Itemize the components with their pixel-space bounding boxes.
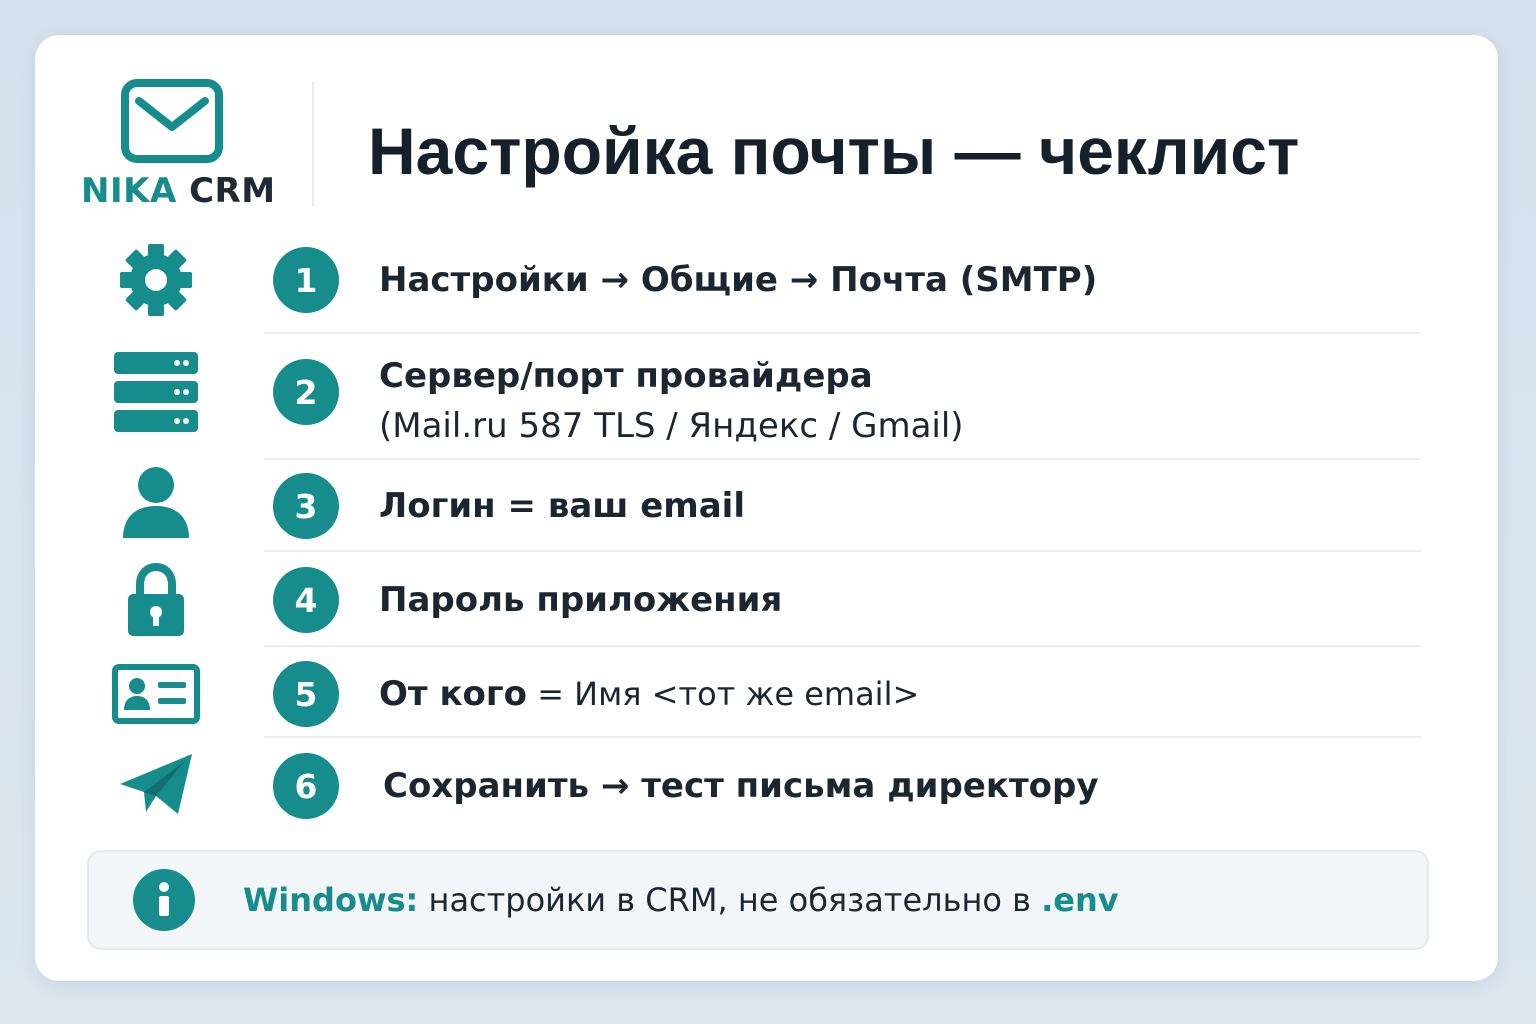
- id-card-icon: [107, 663, 205, 725]
- checklist-step-4: 4 Пароль приложения: [35, 562, 1498, 636]
- step-text: Сервер/порт провайдера: [379, 356, 873, 396]
- info-note: Windows: настройки в CRM, не обязательно…: [87, 850, 1429, 950]
- checklist-step-5: 5 От кого = Имя <тот же email>: [35, 661, 1498, 727]
- step-text: Логин = ваш email: [379, 486, 745, 526]
- step-text: Пароль приложения: [379, 580, 783, 620]
- step-number-badge: 6: [273, 753, 339, 819]
- step-text-rest: = Имя <тот же email>: [527, 675, 920, 713]
- envelope-icon: [121, 79, 223, 163]
- user-icon: [107, 465, 205, 541]
- logo-product: CRM: [189, 171, 276, 211]
- step-number-badge: 3: [273, 473, 339, 539]
- row-divider: [264, 736, 1421, 738]
- header-divider: [312, 81, 314, 207]
- step-number-badge: 4: [273, 567, 339, 633]
- step-number-badge: 2: [273, 359, 339, 425]
- row-divider: [264, 332, 1421, 334]
- step-text: Сохранить → тест письма директору: [383, 766, 1099, 806]
- row-divider: [264, 550, 1421, 552]
- logo-text: NIKA CRM: [81, 171, 276, 211]
- server-icon: [107, 352, 205, 432]
- checklist-step-1: 1 Настройки → Общие → Почта (SMTP): [35, 244, 1498, 316]
- logo-brand: NIKA: [81, 171, 177, 211]
- paper-plane-icon: [107, 750, 205, 820]
- step-subtext: (Mail.ru 587 TLS / Яндекс / Gmail): [379, 406, 964, 446]
- checklist-step-2: 2 Сервер/порт провайдера (Mail.ru 587 TL…: [35, 352, 1498, 446]
- step-text: От кого = Имя <тот же email>: [379, 674, 919, 714]
- step-text-bold: От кого: [379, 674, 528, 714]
- checklist-step-3: 3 Логин = ваш email: [35, 467, 1498, 539]
- lock-icon: [107, 561, 205, 639]
- info-highlight: .env: [1041, 881, 1119, 919]
- step-number-badge: 1: [273, 247, 339, 313]
- step-number-badge: 5: [273, 661, 339, 727]
- step-text: Настройки → Общие → Почта (SMTP): [379, 260, 1098, 300]
- row-divider: [264, 645, 1421, 647]
- gear-icon: [107, 244, 205, 316]
- row-divider: [264, 458, 1421, 460]
- info-label: Windows:: [243, 881, 419, 919]
- page-title: Настройка почты — чеклист: [368, 114, 1300, 188]
- info-text: Windows: настройки в CRM, не обязательно…: [243, 881, 1119, 919]
- info-icon: [133, 869, 195, 931]
- checklist-card: NIKA CRM Настройка почты — чеклист 1 Нас…: [35, 35, 1498, 981]
- info-body: настройки в CRM, не обязательно в: [418, 881, 1042, 919]
- checklist-step-6: 6 Сохранить → тест письма директору: [35, 753, 1498, 819]
